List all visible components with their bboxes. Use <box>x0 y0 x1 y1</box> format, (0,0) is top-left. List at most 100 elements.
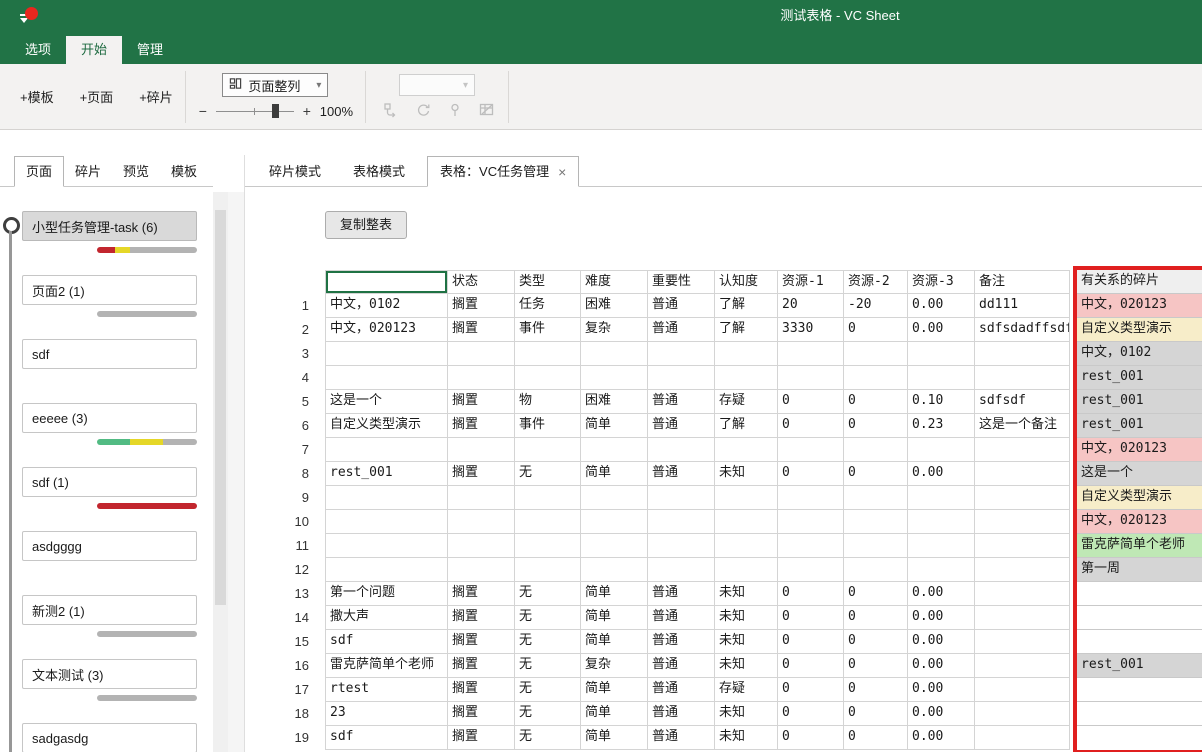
table-cell[interactable]: 中文，020123 <box>325 318 448 342</box>
related-cell[interactable]: 中文，020123 <box>1077 510 1202 534</box>
snapshot-icon[interactable] <box>478 101 496 119</box>
table-cell[interactable] <box>778 534 844 558</box>
table-cell[interactable]: 简单 <box>581 462 648 486</box>
column-header[interactable]: 备注 <box>975 270 1070 294</box>
related-cell[interactable] <box>1077 630 1202 654</box>
row-number[interactable]: 4 <box>280 366 325 390</box>
table-cell[interactable]: 搁置 <box>448 702 515 726</box>
table-cell[interactable] <box>325 366 448 390</box>
table-cell[interactable] <box>975 678 1070 702</box>
zoom-slider-thumb[interactable] <box>272 104 279 118</box>
table-cell[interactable]: 未知 <box>715 582 778 606</box>
table-cell[interactable]: 简单 <box>581 702 648 726</box>
table-cell[interactable]: 0 <box>778 630 844 654</box>
table-cell[interactable] <box>515 438 581 462</box>
related-cell[interactable]: 中文，020123 <box>1077 438 1202 462</box>
table-cell[interactable]: 0.00 <box>908 606 975 630</box>
table-cell[interactable] <box>908 486 975 510</box>
table-cell[interactable] <box>778 366 844 390</box>
table-cell[interactable]: 0 <box>844 318 908 342</box>
table-cell[interactable]: dd111 <box>975 294 1070 318</box>
table-cell[interactable] <box>715 342 778 366</box>
table-cell[interactable]: 搁置 <box>448 390 515 414</box>
table-cell[interactable] <box>648 558 715 582</box>
table-cell[interactable]: 简单 <box>581 726 648 750</box>
sidebar-tab-preview[interactable]: 预览 <box>112 157 160 186</box>
table-cell[interactable]: 20 <box>778 294 844 318</box>
table-cell[interactable] <box>908 342 975 366</box>
related-cell[interactable]: 这是一个 <box>1077 462 1202 486</box>
sidebar-item[interactable]: asdgggg <box>22 531 197 561</box>
table-cell[interactable]: 无 <box>515 462 581 486</box>
ribbon-tab-home[interactable]: 开始 <box>66 36 122 64</box>
related-cell[interactable]: rest_001 <box>1077 390 1202 414</box>
table-cell[interactable] <box>975 582 1070 606</box>
table-cell[interactable] <box>844 486 908 510</box>
table-cell[interactable]: 0.00 <box>908 630 975 654</box>
table-cell[interactable]: 了解 <box>715 414 778 438</box>
table-cell[interactable] <box>325 510 448 534</box>
table-cell[interactable] <box>975 606 1070 630</box>
sidebar-tab-pages[interactable]: 页面 <box>14 156 64 187</box>
table-cell[interactable] <box>648 510 715 534</box>
table-cell[interactable] <box>975 342 1070 366</box>
row-number[interactable]: 15 <box>280 630 325 654</box>
copy-table-button[interactable]: 复制整表 <box>325 211 407 239</box>
column-header[interactable]: 难度 <box>581 270 648 294</box>
sidebar-item[interactable]: sdf <box>22 339 197 369</box>
row-number[interactable]: 18 <box>280 702 325 726</box>
row-number[interactable]: 5 <box>280 390 325 414</box>
table-cell[interactable]: 了解 <box>715 294 778 318</box>
row-number[interactable]: 19 <box>280 726 325 750</box>
table-cell[interactable]: 简单 <box>581 414 648 438</box>
table-cell[interactable]: 搁置 <box>448 294 515 318</box>
table-cell[interactable]: 0 <box>844 606 908 630</box>
table-cell[interactable] <box>648 342 715 366</box>
table-cell[interactable]: 任务 <box>515 294 581 318</box>
table-cell[interactable] <box>778 486 844 510</box>
table-cell[interactable]: 0.00 <box>908 702 975 726</box>
table-cell[interactable] <box>581 366 648 390</box>
table-cell[interactable]: 0 <box>844 462 908 486</box>
table-cell[interactable]: 0 <box>778 678 844 702</box>
related-cell[interactable] <box>1077 606 1202 630</box>
table-cell[interactable] <box>778 510 844 534</box>
table-cell[interactable] <box>581 486 648 510</box>
table-cell[interactable]: 存疑 <box>715 678 778 702</box>
sidebar-item[interactable]: sadgasdg <box>22 723 197 752</box>
table-cell[interactable]: 普通 <box>648 726 715 750</box>
table-cell[interactable]: 无 <box>515 726 581 750</box>
table-cell[interactable] <box>778 438 844 462</box>
table-cell[interactable]: 物 <box>515 390 581 414</box>
pin-icon[interactable] <box>446 101 464 119</box>
table-cell[interactable]: 普通 <box>648 318 715 342</box>
table-cell[interactable]: 普通 <box>648 630 715 654</box>
table-cell[interactable] <box>325 558 448 582</box>
table-cell[interactable]: 事件 <box>515 318 581 342</box>
ribbon-tab-options[interactable]: 选项 <box>10 36 66 64</box>
table-cell[interactable]: 3330 <box>778 318 844 342</box>
table-cell[interactable]: 0 <box>844 414 908 438</box>
add-template-button[interactable]: +模板 <box>20 87 54 106</box>
table-cell[interactable]: 未知 <box>715 702 778 726</box>
related-cell[interactable] <box>1077 726 1202 750</box>
table-cell[interactable]: 0 <box>778 606 844 630</box>
table-cell[interactable]: 搁置 <box>448 582 515 606</box>
app-menu-icon[interactable] <box>18 5 40 27</box>
table-cell[interactable] <box>515 366 581 390</box>
sidebar-item[interactable]: 页面2 (1) <box>22 275 197 305</box>
table-cell[interactable] <box>448 486 515 510</box>
table-cell[interactable] <box>448 510 515 534</box>
table-cell[interactable]: 简单 <box>581 678 648 702</box>
table-cell[interactable] <box>581 510 648 534</box>
column-header[interactable]: 资源-3 <box>908 270 975 294</box>
table-cell[interactable]: 0.00 <box>908 654 975 678</box>
table-cell[interactable]: 了解 <box>715 318 778 342</box>
table-cell[interactable]: 0 <box>778 726 844 750</box>
table-cell[interactable]: 搁置 <box>448 726 515 750</box>
table-cell[interactable] <box>581 438 648 462</box>
table-cell[interactable] <box>778 558 844 582</box>
column-header[interactable]: 类型 <box>515 270 581 294</box>
table-cell[interactable]: 0.00 <box>908 678 975 702</box>
table-cell[interactable] <box>715 366 778 390</box>
